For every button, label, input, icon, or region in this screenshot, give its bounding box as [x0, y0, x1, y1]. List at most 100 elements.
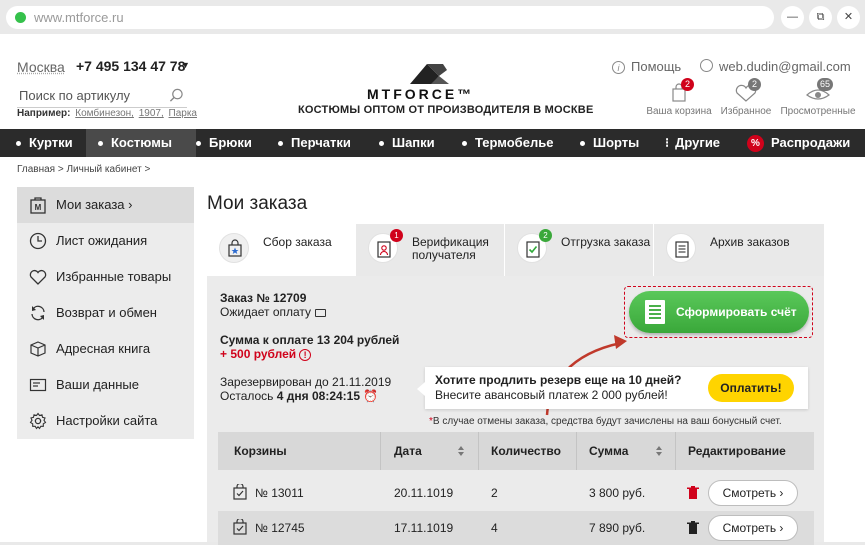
tab-badge: 1: [390, 229, 403, 242]
column-header-sum[interactable]: Сумма: [589, 432, 628, 470]
order-status-text: Ожидает оплату: [220, 305, 312, 319]
viewed-button[interactable]: 65 Просмотренные: [779, 78, 857, 117]
info-icon[interactable]: !: [299, 348, 312, 361]
bullet-icon: [580, 141, 585, 147]
tab-collecting[interactable]: Сбор заказа: [207, 224, 355, 276]
order-extra-text: + 500 рублей: [220, 347, 297, 361]
nav-item-trousers[interactable]: Брюки: [196, 129, 252, 157]
nav-item-thermal[interactable]: Термобелье: [462, 129, 553, 157]
sort-icon[interactable]: [656, 446, 663, 457]
main-nav: Куртки Костюмы Брюки Перчатки Шапки Терм…: [0, 129, 865, 157]
close-button[interactable]: ✕: [837, 6, 860, 29]
sidebar-item-returns[interactable]: Возврат и обмен: [17, 295, 194, 331]
view-cart-button[interactable]: Смотреть ›: [708, 480, 798, 506]
viewed-label: Просмотренные: [780, 106, 856, 117]
bullet-icon: [16, 141, 21, 147]
nav-item-shorts[interactable]: Шорты: [580, 129, 639, 157]
search-box: [17, 86, 187, 108]
sidebar-item-label: Мои заказа ›: [56, 197, 133, 212]
sort-icon[interactable]: [458, 446, 465, 457]
phone-number[interactable]: +7 495 134 47 78: [76, 58, 185, 74]
alarm-clock-icon: ⏰: [363, 389, 379, 403]
cart-sum: 3 800 руб.: [589, 486, 646, 500]
nav-item-sale[interactable]: % Распродажи: [747, 129, 850, 157]
trash-icon[interactable]: [687, 521, 699, 534]
cart-button[interactable]: 2 Ваша корзина: [646, 78, 712, 117]
example-link[interactable]: 1907,: [139, 108, 164, 119]
column-header-edit: Редактирование: [688, 444, 786, 458]
chevron-down-icon[interactable]: ▼: [181, 60, 190, 70]
sidebar-item-orders[interactable]: M Мои заказа ›: [17, 187, 194, 223]
eye-icon: 65: [805, 78, 833, 104]
favorites-button[interactable]: 2 Избранное: [717, 78, 775, 117]
tab-label: Верификация получателя: [412, 235, 489, 262]
page: Москва +7 495 134 47 78 ▼ Например: Комб…: [0, 34, 865, 545]
restore-button[interactable]: ⧉: [809, 6, 832, 29]
search-examples: Например: Комбинезон, 1907, Парка: [17, 108, 197, 119]
browser-bar: www.mtforce.ru — ⧉ ✕: [0, 0, 865, 34]
id-card-icon: [29, 378, 47, 392]
viewed-count-badge: 65: [817, 78, 833, 91]
table-row: № 12745 17.11.1019 4 7 890 руб. Смотреть…: [218, 511, 814, 545]
sidebar-item-waitlist[interactable]: Лист ожидания: [17, 223, 194, 259]
sidebar-item-addresses[interactable]: Адресная книга: [17, 331, 194, 367]
search-icon[interactable]: [169, 88, 184, 103]
table-row: № 13011 20.11.1019 2 3 800 руб. Смотреть…: [218, 476, 814, 510]
address-bar[interactable]: www.mtforce.ru: [6, 6, 774, 29]
heart-icon: [29, 270, 47, 285]
sidebar-item-settings[interactable]: Настройки сайта: [17, 403, 194, 439]
cart-count-badge: 2: [681, 78, 694, 91]
sidebar-item-label: Настройки сайта: [56, 413, 158, 428]
time-remaining-value: 4 дня 08:24:15: [276, 389, 361, 403]
logo-text: MTFORCE™: [367, 86, 475, 102]
sidebar: M Мои заказа › Лист ожидания Избранные т…: [17, 187, 194, 439]
generate-invoice-button[interactable]: Сформировать счёт: [629, 291, 809, 333]
page-title: Мои заказа: [207, 193, 308, 214]
favorites-count-badge: 2: [748, 78, 761, 91]
invoice-highlight: Сформировать счёт: [624, 286, 813, 338]
column-header-qty[interactable]: Количество: [491, 432, 561, 470]
percent-icon: %: [747, 135, 764, 153]
cart-qty: 2: [491, 486, 498, 500]
tab-verification[interactable]: 1 Верификация получателя: [356, 224, 504, 276]
promo-pointer: [417, 382, 425, 396]
city-selector[interactable]: Москва: [17, 59, 65, 75]
column-header-cart[interactable]: Корзины: [234, 432, 287, 470]
time-remaining-label: Осталось: [220, 389, 274, 403]
nav-item-suits[interactable]: Костюмы: [86, 129, 196, 157]
help-link[interactable]: i Помощь: [612, 59, 681, 74]
column-divider: [675, 432, 676, 470]
user-link[interactable]: web.dudin@gmail.com: [700, 59, 851, 74]
reserved-until: Зарезервирован до 21.11.2019: [220, 375, 392, 389]
example-link[interactable]: Комбинезон,: [75, 108, 134, 119]
breadcrumb-home[interactable]: Главная: [17, 164, 55, 175]
user-icon: [700, 59, 713, 72]
nav-label: Другие: [675, 135, 721, 150]
sidebar-item-favorites[interactable]: Избранные товары: [17, 259, 194, 295]
view-cart-button[interactable]: Смотреть ›: [708, 515, 798, 541]
svg-text:M: M: [35, 203, 42, 212]
minimize-button[interactable]: —: [781, 6, 804, 29]
sidebar-item-profile[interactable]: Ваши данные: [17, 367, 194, 403]
pay-button[interactable]: Оплатить!: [708, 374, 794, 402]
favorites-label: Избранное: [720, 106, 772, 117]
dots-icon: ⁝: [665, 135, 670, 150]
nav-item-other[interactable]: ⁝ Другие: [665, 129, 720, 157]
search-input[interactable]: [19, 88, 159, 103]
nav-item-jackets[interactable]: Куртки: [12, 129, 86, 157]
cart-date: 17.11.1019: [394, 521, 454, 535]
help-label: Помощь: [631, 59, 682, 74]
orders-icon: M: [30, 197, 46, 214]
nav-item-gloves[interactable]: Перчатки: [278, 129, 351, 157]
column-header-date[interactable]: Дата: [394, 432, 422, 470]
trash-icon[interactable]: [687, 486, 699, 499]
example-link[interactable]: Парка: [169, 108, 197, 119]
tab-archive[interactable]: Архив заказов: [654, 224, 824, 276]
refresh-icon: [31, 305, 45, 321]
column-divider: [478, 432, 479, 470]
nav-item-hats[interactable]: Шапки: [379, 129, 435, 157]
nav-label: Перчатки: [291, 135, 351, 150]
breadcrumb-current[interactable]: Личный кабинет: [66, 164, 141, 175]
user-email: web.dudin@gmail.com: [719, 59, 851, 74]
tab-shipping[interactable]: 2 Отгрузка заказа: [505, 224, 653, 276]
